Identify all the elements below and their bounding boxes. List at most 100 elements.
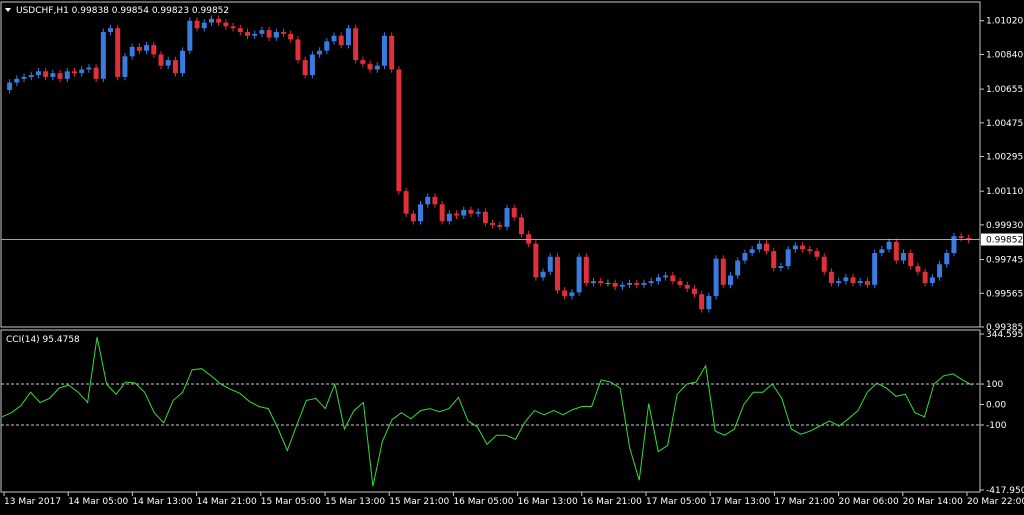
candle-body <box>742 253 748 261</box>
candle-body <box>922 271 928 283</box>
chart-canvas[interactable]: 1.01020 1.00840 1.00655 1.00475 1.00295 1.001… <box>0 0 1024 512</box>
candle-body <box>115 28 121 77</box>
candle-body <box>64 71 70 79</box>
candle-body <box>50 73 56 77</box>
indicator-header: CCI(14) 95.4758 <box>6 335 80 345</box>
candle-body <box>828 271 834 283</box>
candle-body <box>353 28 359 61</box>
candle-body <box>576 256 582 293</box>
candle-body <box>309 54 315 76</box>
candle-body <box>266 30 272 38</box>
candle-body <box>403 191 409 214</box>
symbol-header: USDCHF,H1 0.99838 0.99854 0.99823 0.9985… <box>16 6 229 16</box>
candle-body <box>619 284 625 287</box>
price-tick-label: 0.99565 <box>986 289 1023 299</box>
candle-body <box>475 211 481 214</box>
chart-window[interactable]: 1.01020 1.00840 1.00655 1.00475 1.00295 1.001… <box>0 0 1024 512</box>
candle-body <box>273 31 279 38</box>
candle-body <box>245 31 250 36</box>
candle-body <box>915 266 921 272</box>
candle-body <box>223 22 229 27</box>
candle-body <box>331 35 337 42</box>
candle-body <box>446 213 452 222</box>
candle-body <box>295 39 301 61</box>
candle-body <box>843 277 849 282</box>
time-tick-label: 20 Mar 14:00 <box>903 497 963 507</box>
candle-body <box>655 277 661 282</box>
candle-body <box>864 281 870 285</box>
price-tick-label: 1.00295 <box>986 153 1023 163</box>
candle-body <box>136 46 142 51</box>
time-tick-label: 20 Mar 06:00 <box>839 497 899 507</box>
candle-body <box>71 71 77 74</box>
candle-body <box>425 196 431 205</box>
candle-body <box>814 251 820 257</box>
candle-body <box>857 281 863 283</box>
candle-body <box>554 256 560 291</box>
candle-body <box>929 277 935 283</box>
time-tick-label: 17 Mar 21:00 <box>774 497 834 507</box>
cci-tick-label: -100 <box>986 421 1007 431</box>
candle-body <box>79 69 85 74</box>
candle-body <box>663 275 669 278</box>
candle-body <box>129 46 135 57</box>
candle-body <box>670 275 676 282</box>
candle-body <box>526 234 532 244</box>
candle-body <box>850 277 856 283</box>
candle-body <box>259 30 265 34</box>
candle-body <box>800 245 806 250</box>
candle-body <box>461 209 467 216</box>
candle-body <box>345 28 351 46</box>
candle-body <box>439 204 445 222</box>
candle-body <box>93 67 99 79</box>
candle-body <box>547 256 553 272</box>
candle-body <box>230 26 236 29</box>
candle-body <box>511 208 517 218</box>
time-tick-label: 16 Mar 05:00 <box>453 497 513 507</box>
candle-body <box>158 54 164 66</box>
candle-body <box>735 260 741 276</box>
candle-body <box>281 31 287 34</box>
chart-background <box>0 0 1024 512</box>
candle-body <box>598 281 604 283</box>
time-tick-label: 14 Mar 13:00 <box>132 497 192 507</box>
candle-body <box>764 243 770 252</box>
candle-body <box>908 253 914 267</box>
candle-body <box>591 281 597 283</box>
candle-body <box>627 282 633 285</box>
candle-body <box>893 241 899 261</box>
candle-body <box>482 211 488 224</box>
time-tick-label: 16 Mar 13:00 <box>518 497 578 507</box>
candle-body <box>454 213 460 216</box>
candle-body <box>677 281 683 285</box>
price-tick-label: 0.99930 <box>986 221 1023 231</box>
candle-body <box>381 35 387 66</box>
candle-body <box>836 281 842 283</box>
candle-body <box>317 50 323 55</box>
candle-body <box>937 264 943 278</box>
candle-body <box>194 20 200 29</box>
candle-body <box>410 213 416 222</box>
candle-body <box>713 258 719 297</box>
price-tick-label: 0.99745 <box>986 256 1023 266</box>
candle-body <box>944 253 950 265</box>
candle-body <box>21 76 27 79</box>
time-tick-label: 17 Mar 13:00 <box>710 497 770 507</box>
candle-body <box>540 271 546 278</box>
candle-body <box>879 249 885 254</box>
candle-body <box>86 67 92 70</box>
candle-body <box>634 282 640 285</box>
price-tick-label: 1.00110 <box>986 187 1023 197</box>
candle-body <box>208 18 214 23</box>
time-tick-label: 13 Mar 2017 <box>4 497 61 507</box>
candle-body <box>691 288 697 295</box>
candle-body <box>252 33 258 36</box>
candle-body <box>35 71 41 76</box>
candle-body <box>706 296 712 310</box>
candle-body <box>778 266 784 268</box>
candle-body <box>749 249 755 254</box>
candle-body <box>144 45 150 51</box>
candle-body <box>490 223 496 225</box>
candle-body <box>108 28 114 32</box>
candle-body <box>367 63 373 70</box>
